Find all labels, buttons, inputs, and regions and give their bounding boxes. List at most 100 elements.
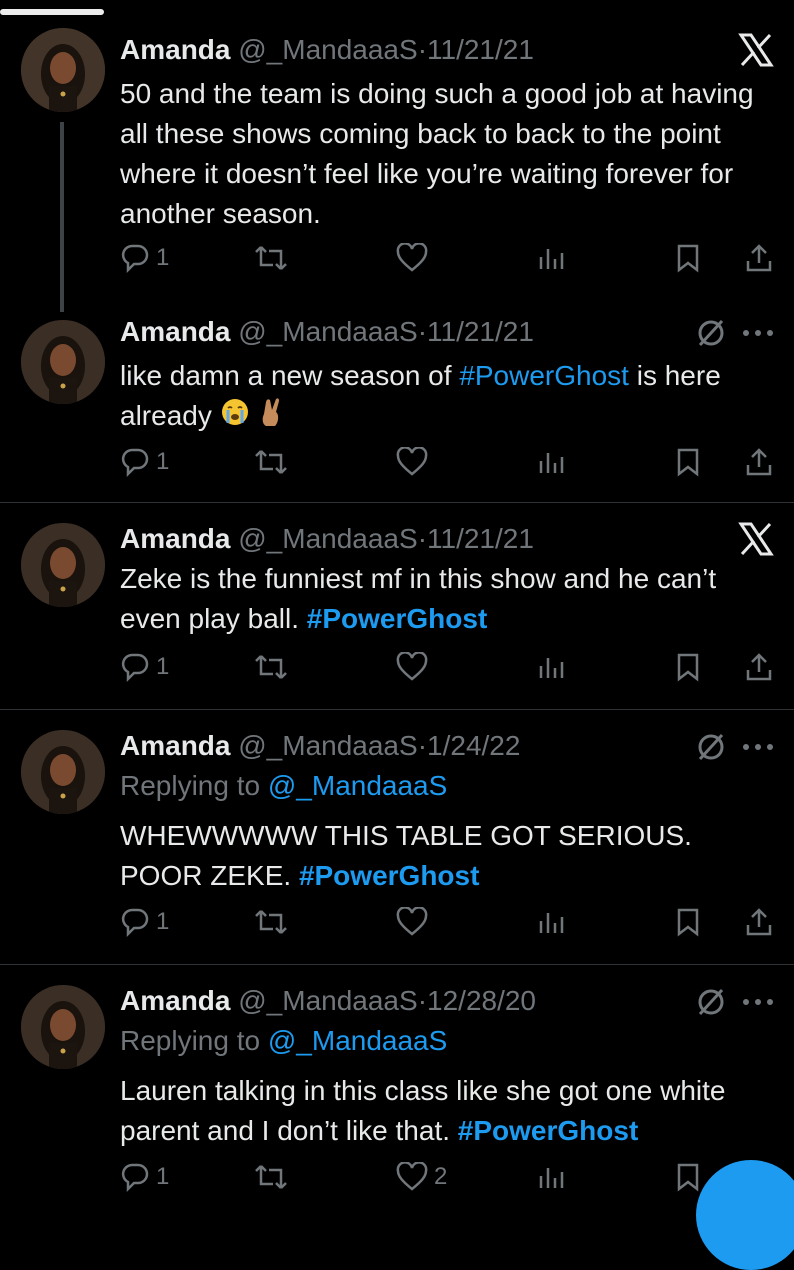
reply-button[interactable]: 1 [120,902,169,942]
views-button[interactable] [538,442,564,482]
grok-icon[interactable] [696,732,726,762]
retweet-icon [255,910,287,934]
views-button[interactable] [538,238,564,278]
bookmark-icon [677,1163,699,1192]
bookmark-button[interactable] [676,647,700,687]
share-button[interactable] [744,902,774,942]
more-options-icon[interactable] [742,328,774,338]
avatar[interactable] [21,985,105,1069]
bookmark-button[interactable] [676,902,700,942]
tweet-date[interactable]: 1/24/22 [427,730,520,761]
like-button[interactable] [396,902,428,942]
avatar[interactable] [21,28,105,112]
separator-dot: · [417,985,428,1016]
like-button[interactable] [396,442,428,482]
tweet-actions: 1 [0,647,794,687]
separator-dot: · [417,316,428,347]
bookmark-button[interactable] [676,1157,700,1197]
tweet-actions: 1 [0,902,794,942]
share-button[interactable] [744,442,774,482]
heart-icon [396,907,428,936]
hashtag-link[interactable]: #PowerGhost [307,603,487,634]
share-button[interactable] [744,238,774,278]
crossed-fingers-emoji [257,396,285,439]
like-button[interactable] [396,238,428,278]
user-handle[interactable]: @_MandaaaS [238,985,417,1016]
share-button[interactable] [744,647,774,687]
avatar-photo [21,523,105,607]
retweet-button[interactable] [254,442,288,482]
avatar[interactable] [21,320,105,404]
more-options-icon[interactable] [742,742,774,752]
tweet[interactable]: Amanda @_MandaaaS·11/21/21 like damn a n… [0,300,794,502]
retweet-button[interactable] [254,238,288,278]
reply-button[interactable]: 1 [120,647,169,687]
retweet-button[interactable] [254,647,288,687]
reply-count: 1 [156,448,170,475]
user-handle[interactable]: @_MandaaaS [238,316,417,347]
retweet-icon [255,450,287,474]
retweet-icon [255,246,287,270]
views-button[interactable] [538,902,564,942]
bar-chart-icon [539,453,564,473]
retweet-button[interactable] [254,1157,288,1197]
reply-count: 1 [156,244,170,271]
tweet-date[interactable]: 12/28/20 [427,985,536,1016]
display-name[interactable]: Amanda [120,316,230,347]
tweet[interactable]: Amanda @_MandaaaS·11/21/21 Zeke is the f… [0,503,794,709]
mention-link[interactable]: @_MandaaaS [268,1025,447,1056]
avatar-photo [21,320,105,404]
reply-button[interactable]: 1 [120,442,169,482]
like-button[interactable]: 2 [396,1157,447,1197]
retweet-button[interactable] [254,902,288,942]
views-button[interactable] [538,1157,564,1197]
grok-icon[interactable] [696,318,726,348]
compose-fab-button[interactable] [696,1160,794,1270]
bar-chart-icon [539,913,564,933]
tweet-date[interactable]: 11/21/21 [427,316,534,347]
replying-to-label: Replying to [120,770,268,801]
hashtag-link[interactable]: #PowerGhost [299,860,479,891]
avatar-photo [21,730,105,814]
reply-icon [121,908,149,937]
grok-icon[interactable] [696,987,726,1017]
reply-button[interactable]: 1 [120,1157,169,1197]
bookmark-button[interactable] [676,442,700,482]
user-handle[interactable]: @_MandaaaS [238,34,417,65]
user-handle[interactable]: @_MandaaaS [238,523,417,554]
bookmark-icon [677,244,699,273]
separator-dot: · [417,730,428,761]
hashtag-link[interactable]: #PowerGhost [458,1115,638,1146]
x-logo-icon[interactable] [738,521,774,557]
user-handle[interactable]: @_MandaaaS [238,730,417,761]
hashtag-link[interactable]: #PowerGhost [459,360,629,391]
tweet-header: Amanda @_MandaaaS·11/21/21 [120,30,534,70]
views-button[interactable] [538,647,564,687]
display-name[interactable]: Amanda [120,730,230,761]
bookmark-icon [677,448,699,477]
mention-link[interactable]: @_MandaaaS [268,770,447,801]
avatar[interactable] [21,523,105,607]
reply-count: 1 [156,1163,170,1190]
tweet[interactable]: Amanda @_MandaaaS·11/21/21 50 and the te… [0,0,794,312]
reply-icon [121,244,149,273]
avatar[interactable] [21,730,105,814]
display-name[interactable]: Amanda [120,985,230,1016]
display-name[interactable]: Amanda [120,34,230,65]
tweet-actions: 1 2 [0,1157,794,1197]
tweet-date[interactable]: 11/21/21 [427,34,534,65]
tweet[interactable]: Amanda @_MandaaaS·1/24/22 Replying to @_… [0,710,794,964]
share-icon [746,448,772,476]
more-options-icon[interactable] [742,997,774,1007]
replying-to-label: Replying to [120,1025,268,1056]
tweet-text: Lauren talking in this class like she go… [120,1071,770,1151]
bookmark-button[interactable] [676,238,700,278]
reply-icon [121,1163,149,1192]
reply-button[interactable]: 1 [120,238,169,278]
like-button[interactable] [396,647,428,687]
display-name[interactable]: Amanda [120,523,230,554]
x-logo-icon[interactable] [738,32,774,68]
loudly-crying-face-emoji [220,397,250,438]
tweet-date[interactable]: 11/21/21 [427,523,534,554]
tweet[interactable]: Amanda @_MandaaaS·12/28/20 Replying to @… [0,965,794,1200]
